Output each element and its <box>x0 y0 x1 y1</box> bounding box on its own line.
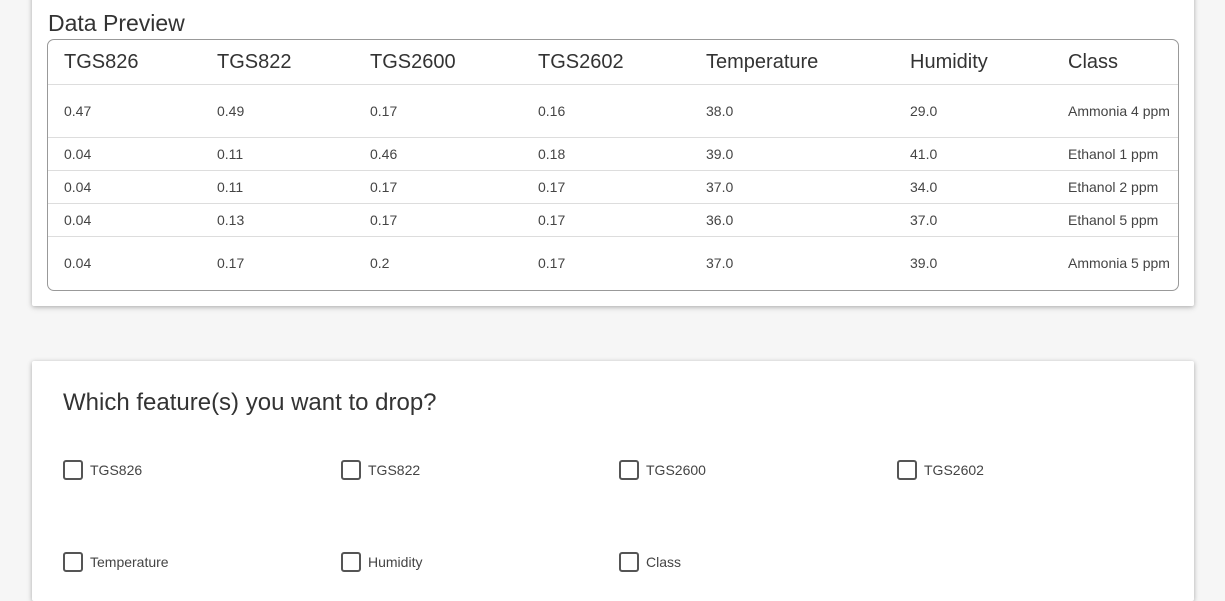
drop-option-class[interactable]: Class <box>619 552 681 572</box>
table-cell: Ethanol 1 ppm <box>1052 137 1178 171</box>
table-cell: 0.17 <box>522 203 690 237</box>
table-cell: 38.0 <box>690 84 894 138</box>
column-header: TGS2602 <box>522 40 690 85</box>
table-cell: 0.46 <box>354 137 522 171</box>
drop-option-label: Class <box>646 554 682 570</box>
table-cell: 0.49 <box>201 84 354 138</box>
table-cell: 0.16 <box>522 84 690 138</box>
drop-option-label: Humidity <box>368 554 423 570</box>
drop-option-label: Temperature <box>90 554 169 570</box>
column-header: TGS2600 <box>354 40 522 85</box>
column-header: TGS822 <box>201 40 354 85</box>
table-row: 0.47 0.49 0.17 0.16 38.0 29.0 Ammonia 4 … <box>48 84 1178 138</box>
table-cell: 0.17 <box>217 255 245 271</box>
table-cell: Ethanol 2 ppm <box>1052 170 1178 204</box>
column-header: Humidity <box>894 40 1052 85</box>
drop-option-tgs2600[interactable]: TGS2600 <box>619 460 706 480</box>
table-cell: 39.0 <box>910 255 938 271</box>
checkbox[interactable] <box>63 460 83 480</box>
table-cell: Ethanol 5 ppm <box>1052 203 1178 237</box>
drop-option-humidity[interactable]: Humidity <box>341 552 422 572</box>
table-cell: Ammonia 5 ppm <box>1068 255 1170 271</box>
data-preview-table: TGS826 TGS822 TGS2600 TGS2602 Temperatur… <box>48 40 1178 289</box>
drop-option-label: TGS2600 <box>646 462 706 478</box>
table-cell: 0.17 <box>354 84 522 138</box>
drop-option-temperature[interactable]: Temperature <box>63 552 169 572</box>
drop-option-tgs2602[interactable]: TGS2602 <box>897 460 984 480</box>
table-cell: 37.0 <box>690 170 894 204</box>
table-cell: 0.17 <box>538 255 566 271</box>
checkbox[interactable] <box>341 552 361 572</box>
table-cell: 37.0 <box>894 203 1052 237</box>
table-header-row: TGS826 TGS822 TGS2600 TGS2602 Temperatur… <box>48 40 1178 85</box>
table-cell: 0.13 <box>201 203 354 237</box>
table-row: 0.04 0.17 0.2 0.17 37.0 39.0 Ammonia 5 p… <box>48 237 1178 290</box>
table-row: 0.04 0.11 0.46 0.18 39.0 41.0 Ethanol 1 … <box>48 137 1178 171</box>
data-preview-table-container: TGS826 TGS822 TGS2600 TGS2602 Temperatur… <box>47 39 1179 291</box>
table-cell: 0.04 <box>48 170 201 204</box>
checkbox[interactable] <box>341 460 361 480</box>
table-cell: 41.0 <box>894 137 1052 171</box>
table-cell: 0.04 <box>48 203 201 237</box>
drop-option-label: TGS2602 <box>924 462 984 478</box>
table-cell: 0.04 <box>48 137 201 171</box>
drop-option-label: TGS822 <box>368 462 421 478</box>
checkbox[interactable] <box>619 552 639 572</box>
table-row: 0.04 0.11 0.17 0.17 37.0 34.0 Ethanol 2 … <box>48 170 1178 204</box>
checkbox[interactable] <box>897 460 917 480</box>
drop-option-label: TGS826 <box>90 462 143 478</box>
column-header: Temperature <box>690 40 894 85</box>
drop-option-tgs822[interactable]: TGS822 <box>341 460 420 480</box>
table-cell: 39.0 <box>690 137 894 171</box>
table-cell: 29.0 <box>894 84 1052 138</box>
data-preview-title: Data Preview <box>48 10 185 36</box>
table-cell: 0.11 <box>201 170 354 204</box>
table-cell: 0.2 <box>370 255 390 271</box>
table-cell: 34.0 <box>894 170 1052 204</box>
checkbox[interactable] <box>619 460 639 480</box>
table-cell: 0.04 <box>64 255 92 271</box>
drop-features-title: Which feature(s) you want to drop? <box>63 389 437 416</box>
drop-features-card: Which feature(s) you want to drop? TGS82… <box>32 361 1194 601</box>
table-cell: 0.17 <box>522 170 690 204</box>
drop-option-tgs826[interactable]: TGS826 <box>63 460 142 480</box>
table-cell: 0.18 <box>522 137 690 171</box>
column-header: Class <box>1052 40 1178 85</box>
table-cell: 37.0 <box>706 255 734 271</box>
table-row: 0.04 0.13 0.17 0.17 36.0 37.0 Ethanol 5 … <box>48 203 1178 237</box>
data-preview-card: Data Preview TGS826 TGS822 TGS2600 TGS26… <box>32 0 1194 306</box>
table-cell: Ammonia 4 ppm <box>1052 84 1178 138</box>
table-cell: 0.47 <box>48 84 201 138</box>
table-cell: 0.17 <box>354 203 522 237</box>
table-cell: 0.17 <box>354 170 522 204</box>
column-header: TGS826 <box>48 40 201 85</box>
table-cell: 0.11 <box>201 137 354 171</box>
checkbox[interactable] <box>63 552 83 572</box>
table-cell: 36.0 <box>690 203 894 237</box>
